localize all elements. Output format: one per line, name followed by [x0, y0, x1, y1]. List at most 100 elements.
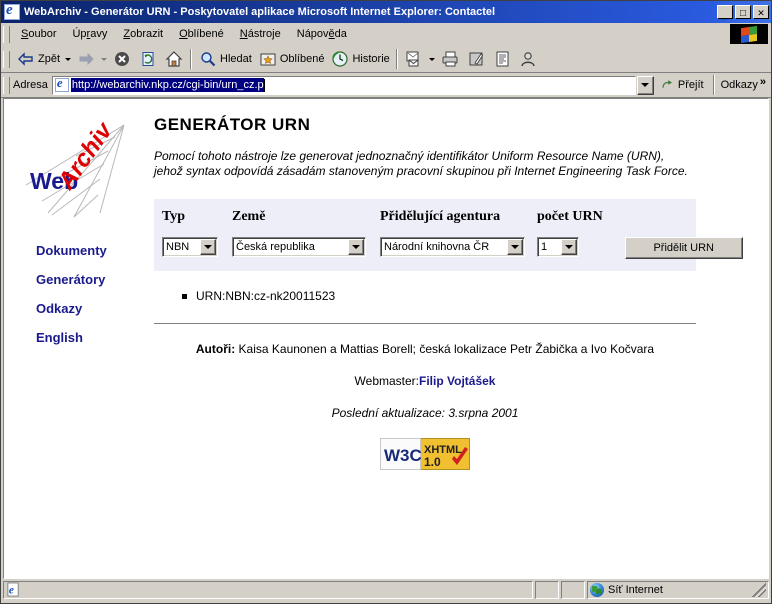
history-label: Historie	[352, 53, 390, 65]
home-button[interactable]	[161, 48, 187, 70]
minimize-button[interactable]: _	[717, 5, 733, 20]
field-pocet: počet URN 1	[537, 209, 603, 257]
chevron-down-icon[interactable]	[348, 239, 364, 255]
field-typ: Typ NBN	[162, 209, 218, 257]
field-agentura: Přidělující agentura Národní knihovna ČR	[380, 209, 525, 257]
mail-chevron-down-icon[interactable]	[428, 57, 435, 61]
close-button[interactable]: ✕	[753, 5, 769, 19]
web-page: Web Archiv Dokumenty Generátory Odkazy E…	[4, 99, 768, 578]
edit-pencil-icon	[469, 52, 483, 66]
address-gripper[interactable]	[3, 76, 10, 94]
status-bar: e Síť Internet	[1, 579, 771, 603]
stop-button[interactable]	[109, 48, 135, 70]
webmaster-link[interactable]: Filip Vojtášek	[419, 374, 495, 388]
menu-item-oblibene[interactable]: Oblíbené	[171, 26, 232, 42]
authors-line: Autoři: Kaisa Kaunonen a Mattias Borell;…	[154, 342, 696, 356]
forward-history-chevron-down-icon	[101, 57, 108, 61]
discuss-button[interactable]	[489, 48, 515, 70]
page-nav: Dokumenty Generátory Odkazy English	[36, 243, 154, 345]
page-sidebar: Web Archiv Dokumenty Generátory Odkazy E…	[4, 99, 154, 470]
select-typ[interactable]: NBN	[162, 237, 218, 257]
select-typ-value: NBN	[166, 241, 190, 253]
address-dropdown-button[interactable]	[636, 75, 654, 95]
home-icon	[165, 51, 183, 67]
select-zeme-value: Česká republika	[236, 241, 315, 253]
discuss-icon	[496, 51, 509, 67]
field-pocet-label: počet URN	[537, 209, 603, 224]
maximize-button[interactable]: □	[735, 5, 751, 19]
messenger-person-icon	[521, 52, 535, 67]
address-bar: Adresa http://webarchiv.nkp.cz/cgi-bin/u…	[1, 73, 771, 98]
webmaster-line: Webmaster:Filip Vojtášek	[154, 374, 696, 388]
go-button[interactable]: Přejít	[654, 78, 710, 93]
menu-gripper[interactable]	[3, 25, 10, 43]
menu-item-nastroje[interactable]: Nástroje	[232, 26, 289, 42]
webmaster-label: Webmaster:	[354, 374, 419, 388]
address-url-text[interactable]: http://webarchiv.nkp.cz/cgi-bin/urn_cz.p	[70, 78, 264, 92]
chevron-down-icon[interactable]	[200, 239, 216, 255]
nav-link-dokumenty[interactable]: Dokumenty	[36, 243, 154, 258]
w3c-badge[interactable]: W3C XHTML 1.0	[154, 438, 696, 470]
refresh-button[interactable]	[135, 48, 161, 70]
edit-button[interactable]	[463, 48, 489, 70]
toolbar-separator	[190, 49, 193, 69]
status-message-pane: e	[3, 581, 533, 599]
address-label: Adresa	[13, 79, 48, 91]
webarchiv-logo[interactable]: Web Archiv	[12, 117, 152, 227]
select-zeme[interactable]: Česká republika	[232, 237, 366, 257]
urn-generator-form: Typ NBN Země Česká republika Přidělující…	[154, 199, 743, 271]
history-button[interactable]: Historie	[327, 48, 392, 70]
horizontal-rule	[154, 323, 696, 324]
badge-w3c-text: W3C	[384, 446, 422, 465]
links-button[interactable]: Odkazy »	[718, 76, 769, 91]
title-bar: WebArchiv - Generátor URN - Poskytovatel…	[1, 1, 771, 23]
field-zeme-label: Země	[232, 209, 266, 224]
back-history-chevron-down-icon[interactable]	[65, 57, 72, 61]
menu-item-soubor[interactable]: Soubor	[13, 26, 64, 42]
assign-urn-button[interactable]: Přidělit URN	[624, 237, 743, 259]
select-agentura-value: Národní knihovna ČR	[384, 241, 490, 253]
back-button[interactable]: Zpět	[13, 48, 63, 70]
back-label: Zpět	[38, 53, 61, 65]
windows-flag-icon	[730, 24, 768, 44]
authors-label: Autoři:	[195, 342, 236, 356]
history-clock-icon	[332, 51, 349, 67]
webarchiv-logo-icon: Web Archiv	[25, 117, 125, 218]
messenger-button[interactable]	[515, 48, 541, 70]
address-input[interactable]: http://webarchiv.nkp.cz/cgi-bin/urn_cz.p	[51, 75, 636, 95]
resize-grip-icon[interactable]	[752, 583, 766, 597]
chevron-down-icon[interactable]	[507, 239, 523, 255]
list-item: URN:NBN:cz-nk20011523	[182, 289, 728, 303]
star-folder-icon	[260, 53, 276, 66]
submit-cell: Přidělit URN	[624, 209, 743, 259]
links-chevron-icon: »	[759, 76, 766, 88]
select-pocet[interactable]: 1	[537, 237, 579, 257]
magnifier-icon	[201, 52, 216, 67]
security-zone-label: Síť Internet	[608, 584, 663, 596]
select-agentura[interactable]: Národní knihovna ČR	[380, 237, 525, 257]
nav-link-odkazy[interactable]: Odkazy	[36, 301, 154, 316]
mail-button[interactable]	[401, 48, 427, 70]
nav-link-english[interactable]: English	[36, 330, 154, 345]
form-row: Typ NBN Země Česká republika Přidělující…	[162, 209, 743, 259]
navigation-toolbar: Zpět Hledat Oblíbené Historie	[1, 46, 771, 73]
links-label: Odkazy	[720, 79, 758, 91]
menu-item-upravy[interactable]: Úpravy	[64, 26, 115, 42]
chevron-down-icon	[641, 83, 650, 87]
favorites-button[interactable]: Oblíbené	[255, 48, 328, 70]
security-zone-pane[interactable]: Síť Internet	[587, 581, 769, 599]
toolbar-gripper[interactable]	[3, 50, 10, 68]
chevron-down-icon[interactable]	[561, 239, 577, 255]
badge-version-text: 1.0	[424, 455, 441, 469]
search-button[interactable]: Hledat	[195, 48, 255, 70]
field-typ-label: Typ	[162, 209, 186, 224]
globe-icon	[590, 583, 604, 597]
print-button[interactable]	[437, 48, 463, 70]
menu-item-zobrazit[interactable]: Zobrazit	[115, 26, 171, 42]
nav-link-generatory[interactable]: Generátory	[36, 272, 154, 287]
printer-icon	[442, 51, 458, 67]
w3c-xhtml-badge-icon: W3C XHTML 1.0	[380, 438, 470, 470]
menu-item-napoveda[interactable]: Nápověda	[289, 26, 355, 42]
search-label: Hledat	[220, 53, 252, 65]
ie-page-icon: e	[6, 582, 22, 598]
